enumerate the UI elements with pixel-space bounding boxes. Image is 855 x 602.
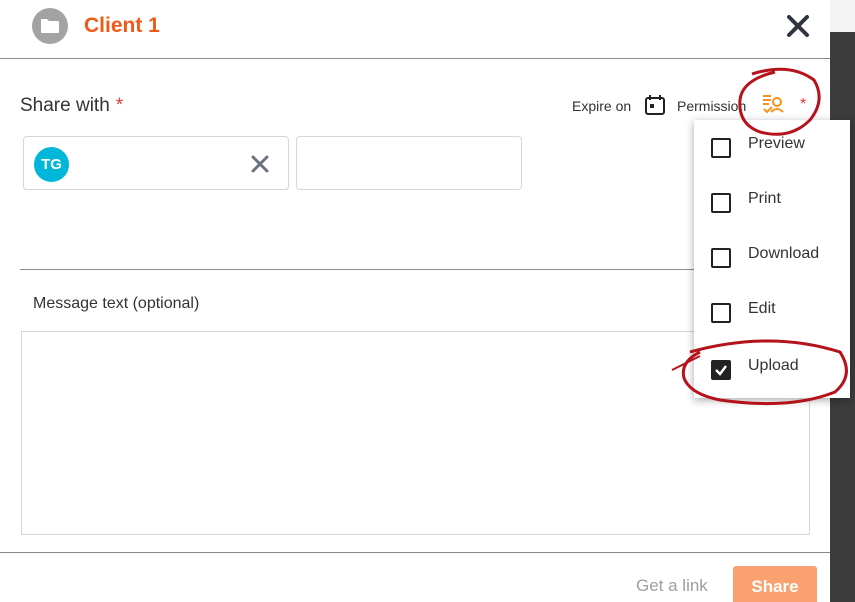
folder-icon <box>32 8 68 44</box>
share-with-label: Share with * <box>20 95 124 116</box>
permission-item-edit[interactable]: Edit <box>694 292 850 332</box>
check-icon <box>715 365 727 376</box>
section-divider <box>20 269 810 270</box>
permission-settings-icon[interactable] <box>761 92 785 116</box>
upload-checkbox[interactable] <box>711 360 731 380</box>
message-label: Message text (optional) <box>33 295 200 312</box>
permission-label: Permission <box>677 98 747 114</box>
permission-item-download[interactable]: Download <box>694 237 850 277</box>
permission-item-label: Edit <box>748 300 776 317</box>
permission-item-upload[interactable]: Upload <box>694 349 850 389</box>
dialog-title: Client 1 <box>84 14 160 37</box>
expire-on-label: Expire on <box>572 98 632 114</box>
backdrop-light-area <box>830 0 855 32</box>
share-button[interactable]: Share <box>733 566 817 602</box>
recipient-chip: TG <box>23 136 289 190</box>
permission-item-preview[interactable]: Preview <box>694 127 850 167</box>
remove-recipient-icon[interactable] <box>249 153 271 175</box>
preview-checkbox[interactable] <box>711 138 731 158</box>
download-checkbox[interactable] <box>711 248 731 268</box>
permission-required-mark: * <box>800 96 807 113</box>
footer-divider <box>0 552 830 553</box>
permission-item-label: Print <box>748 190 781 207</box>
permission-item-label: Upload <box>748 357 799 374</box>
close-icon[interactable] <box>784 12 812 40</box>
dialog-header: Client 1 <box>0 0 830 59</box>
edit-checkbox[interactable] <box>711 303 731 323</box>
recipient-input[interactable] <box>296 136 522 190</box>
share-required-mark: * <box>115 95 124 116</box>
message-textarea[interactable] <box>21 331 810 535</box>
permission-item-label: Download <box>748 245 820 262</box>
permission-item-print[interactable]: Print <box>694 182 850 222</box>
permission-item-label: Preview <box>748 135 805 152</box>
calendar-icon[interactable] <box>644 94 666 116</box>
permission-menu: Preview Print Download Edit Upload <box>694 120 850 398</box>
get-link-button[interactable]: Get a link <box>636 576 708 596</box>
print-checkbox[interactable] <box>711 193 731 213</box>
avatar: TG <box>34 147 69 182</box>
